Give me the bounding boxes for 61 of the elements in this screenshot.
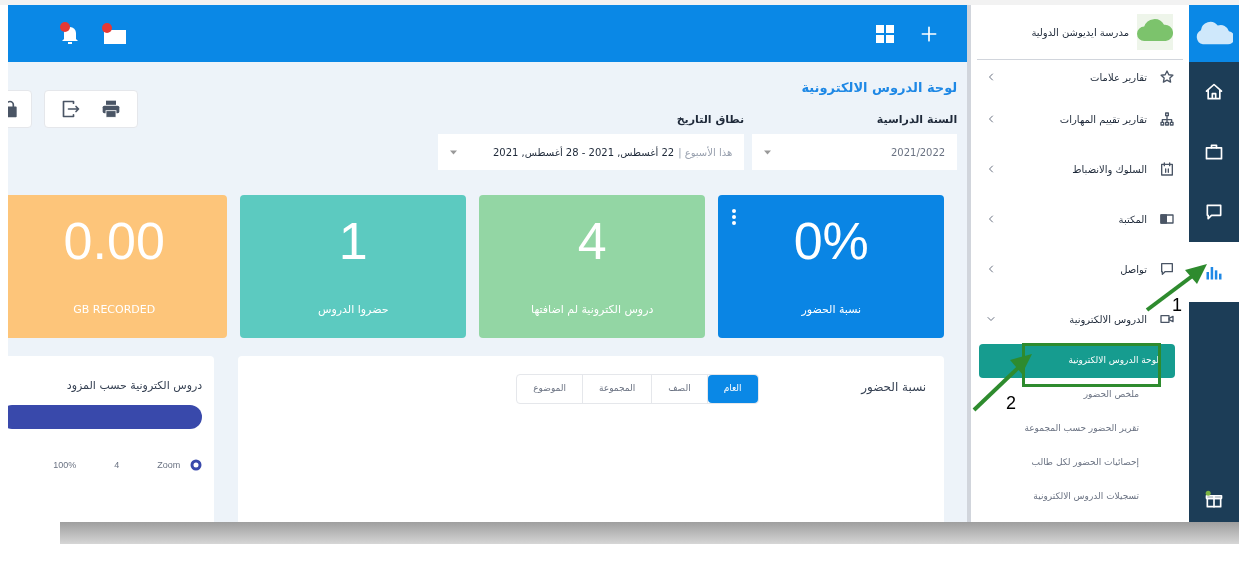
menu-item[interactable]: المكتبة xyxy=(971,194,1190,244)
submenu-item[interactable]: إحصائيات الحضور لكل طالب xyxy=(971,446,1176,480)
caret-icon xyxy=(450,149,458,155)
chat-icon xyxy=(1204,202,1224,222)
range-preset: هذا الأسبوع | xyxy=(678,145,733,160)
select-value: 2021/2022 xyxy=(890,145,946,160)
annotation-arrow xyxy=(1145,262,1209,312)
menu-item[interactable]: السلوك والانضباط xyxy=(971,144,1190,194)
legend-count: 4 xyxy=(114,458,120,472)
stat-label: حضروا الدروس xyxy=(317,301,389,318)
stat-value: 1 xyxy=(338,215,368,267)
filter-label: نطاق التاريخ xyxy=(675,111,745,128)
legend-name: Zoom xyxy=(157,458,181,472)
stat-label: GB RECORDED xyxy=(73,301,156,318)
app-logo xyxy=(1189,5,1239,62)
year-select[interactable]: 2021/2022 xyxy=(752,134,958,170)
annotation-number: 2 xyxy=(1006,394,1016,412)
legend-marker xyxy=(190,459,203,472)
menu-item[interactable]: تقارير علامات xyxy=(971,60,1190,94)
hierarchy-icon xyxy=(1159,111,1176,127)
export-icon xyxy=(61,99,81,119)
caret-icon xyxy=(764,149,772,155)
panel-title: نسبة الحضور xyxy=(861,379,927,396)
calendar-icon xyxy=(1159,161,1176,177)
school-logo xyxy=(1137,14,1174,50)
mail-icon xyxy=(100,21,128,46)
tab[interactable]: المجموعة xyxy=(583,375,653,403)
school-name: مدرسة ايديوشن الدولية xyxy=(1031,25,1130,40)
stat-label: نسبة الحضور xyxy=(801,301,862,318)
submenu-item[interactable]: تسجيلات الدروس الالكترونية xyxy=(971,480,1176,514)
panel-title: دروس الكترونية حسب المزود xyxy=(65,378,203,394)
select-value: 22 أغسطس, 2021 - 28 أغسطس, 2021 xyxy=(493,145,675,160)
annotation-number: 1 xyxy=(1172,296,1182,314)
stat-label: دروس الكترونية لم اضافتها xyxy=(531,301,654,318)
briefcase-icon xyxy=(1204,142,1224,162)
legend-share: 100% xyxy=(53,458,77,472)
page-title: لوحة الدروس الالكترونية xyxy=(801,79,958,97)
gift-icon xyxy=(1204,490,1224,510)
home-icon xyxy=(1204,82,1224,102)
stat-value: 0.00 xyxy=(63,215,165,267)
submenu-item[interactable]: لوحة الدروس الالكترونية xyxy=(979,344,1176,378)
menu-item[interactable]: تواصل xyxy=(971,244,1190,294)
grid-icon xyxy=(875,23,896,44)
chat-icon xyxy=(1159,261,1176,277)
submenu-item[interactable]: تقرير الحضور حسب المجموعة xyxy=(971,412,1176,446)
export-button[interactable] xyxy=(61,99,81,119)
menu-item[interactable]: تقارير تقييم المهارات xyxy=(971,94,1190,144)
stat-value: 4 xyxy=(577,215,607,267)
tab[interactable]: الموضوع xyxy=(517,375,583,403)
stat-value: 0% xyxy=(793,215,869,267)
star-icon xyxy=(1159,69,1176,85)
printer-icon xyxy=(101,99,121,119)
more-icon[interactable] xyxy=(732,209,737,225)
messages-button[interactable] xyxy=(100,21,128,46)
date-range-select[interactable]: هذا الأسبوع | 22 أغسطس, 2021 - 28 أغسطس, 2021 xyxy=(438,134,745,170)
filter-label: السنة الدراسية xyxy=(875,111,958,128)
book-icon xyxy=(1159,211,1176,227)
tab[interactable]: الصف xyxy=(652,375,708,403)
apps-button[interactable] xyxy=(875,23,896,44)
print-button[interactable] xyxy=(101,99,121,119)
tab[interactable]: العام xyxy=(707,375,758,403)
